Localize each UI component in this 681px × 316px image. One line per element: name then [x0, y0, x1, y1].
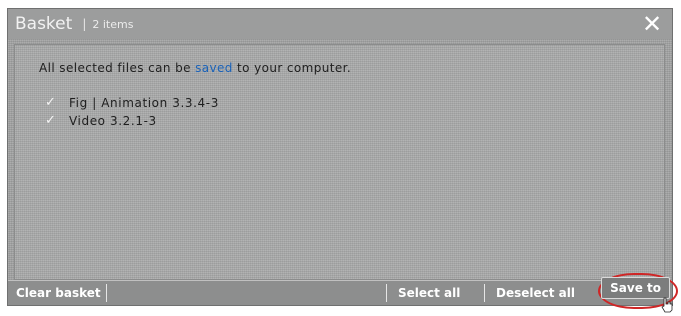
toolbar-divider — [484, 284, 485, 302]
basket-window: Basket | 2 items ✕ All selected files ca… — [7, 8, 678, 313]
item-count: 2 items — [92, 17, 134, 31]
checkmark-icon[interactable]: ✓ — [45, 113, 59, 128]
save-highlight-circle: Save to — [598, 273, 678, 313]
file-item[interactable]: ✓ Video 3.2.1-3 — [45, 113, 157, 128]
info-prefix: All selected files can be — [39, 61, 191, 75]
checkmark-icon[interactable]: ✓ — [45, 95, 59, 110]
file-label: Fig | Animation 3.3.4-3 — [69, 95, 219, 110]
file-item[interactable]: ✓ Fig | Animation 3.3.4-3 — [45, 95, 219, 110]
deselect-all-button[interactable]: Deselect all — [488, 281, 583, 305]
saved-link[interactable]: saved — [195, 61, 233, 75]
hand-cursor-icon — [661, 297, 673, 313]
close-icon[interactable]: ✕ — [641, 12, 663, 36]
basket-content: All selected files can be saved to your … — [14, 44, 665, 280]
window-title: Basket — [15, 14, 73, 34]
info-text: All selected files can be saved to your … — [39, 61, 351, 75]
save-to-button[interactable]: Save to — [601, 277, 670, 299]
title-bar: Basket | 2 items ✕ — [8, 9, 672, 39]
toolbar-divider — [106, 284, 107, 302]
select-all-button[interactable]: Select all — [390, 281, 468, 305]
clear-basket-button[interactable]: Clear basket — [8, 281, 109, 305]
file-label: Video 3.2.1-3 — [69, 113, 157, 128]
bottom-toolbar: Clear basket Select all Deselect all Sav… — [8, 273, 678, 313]
info-suffix: to your computer. — [237, 61, 352, 75]
toolbar-divider — [386, 284, 387, 302]
title-separator: | — [82, 17, 87, 31]
